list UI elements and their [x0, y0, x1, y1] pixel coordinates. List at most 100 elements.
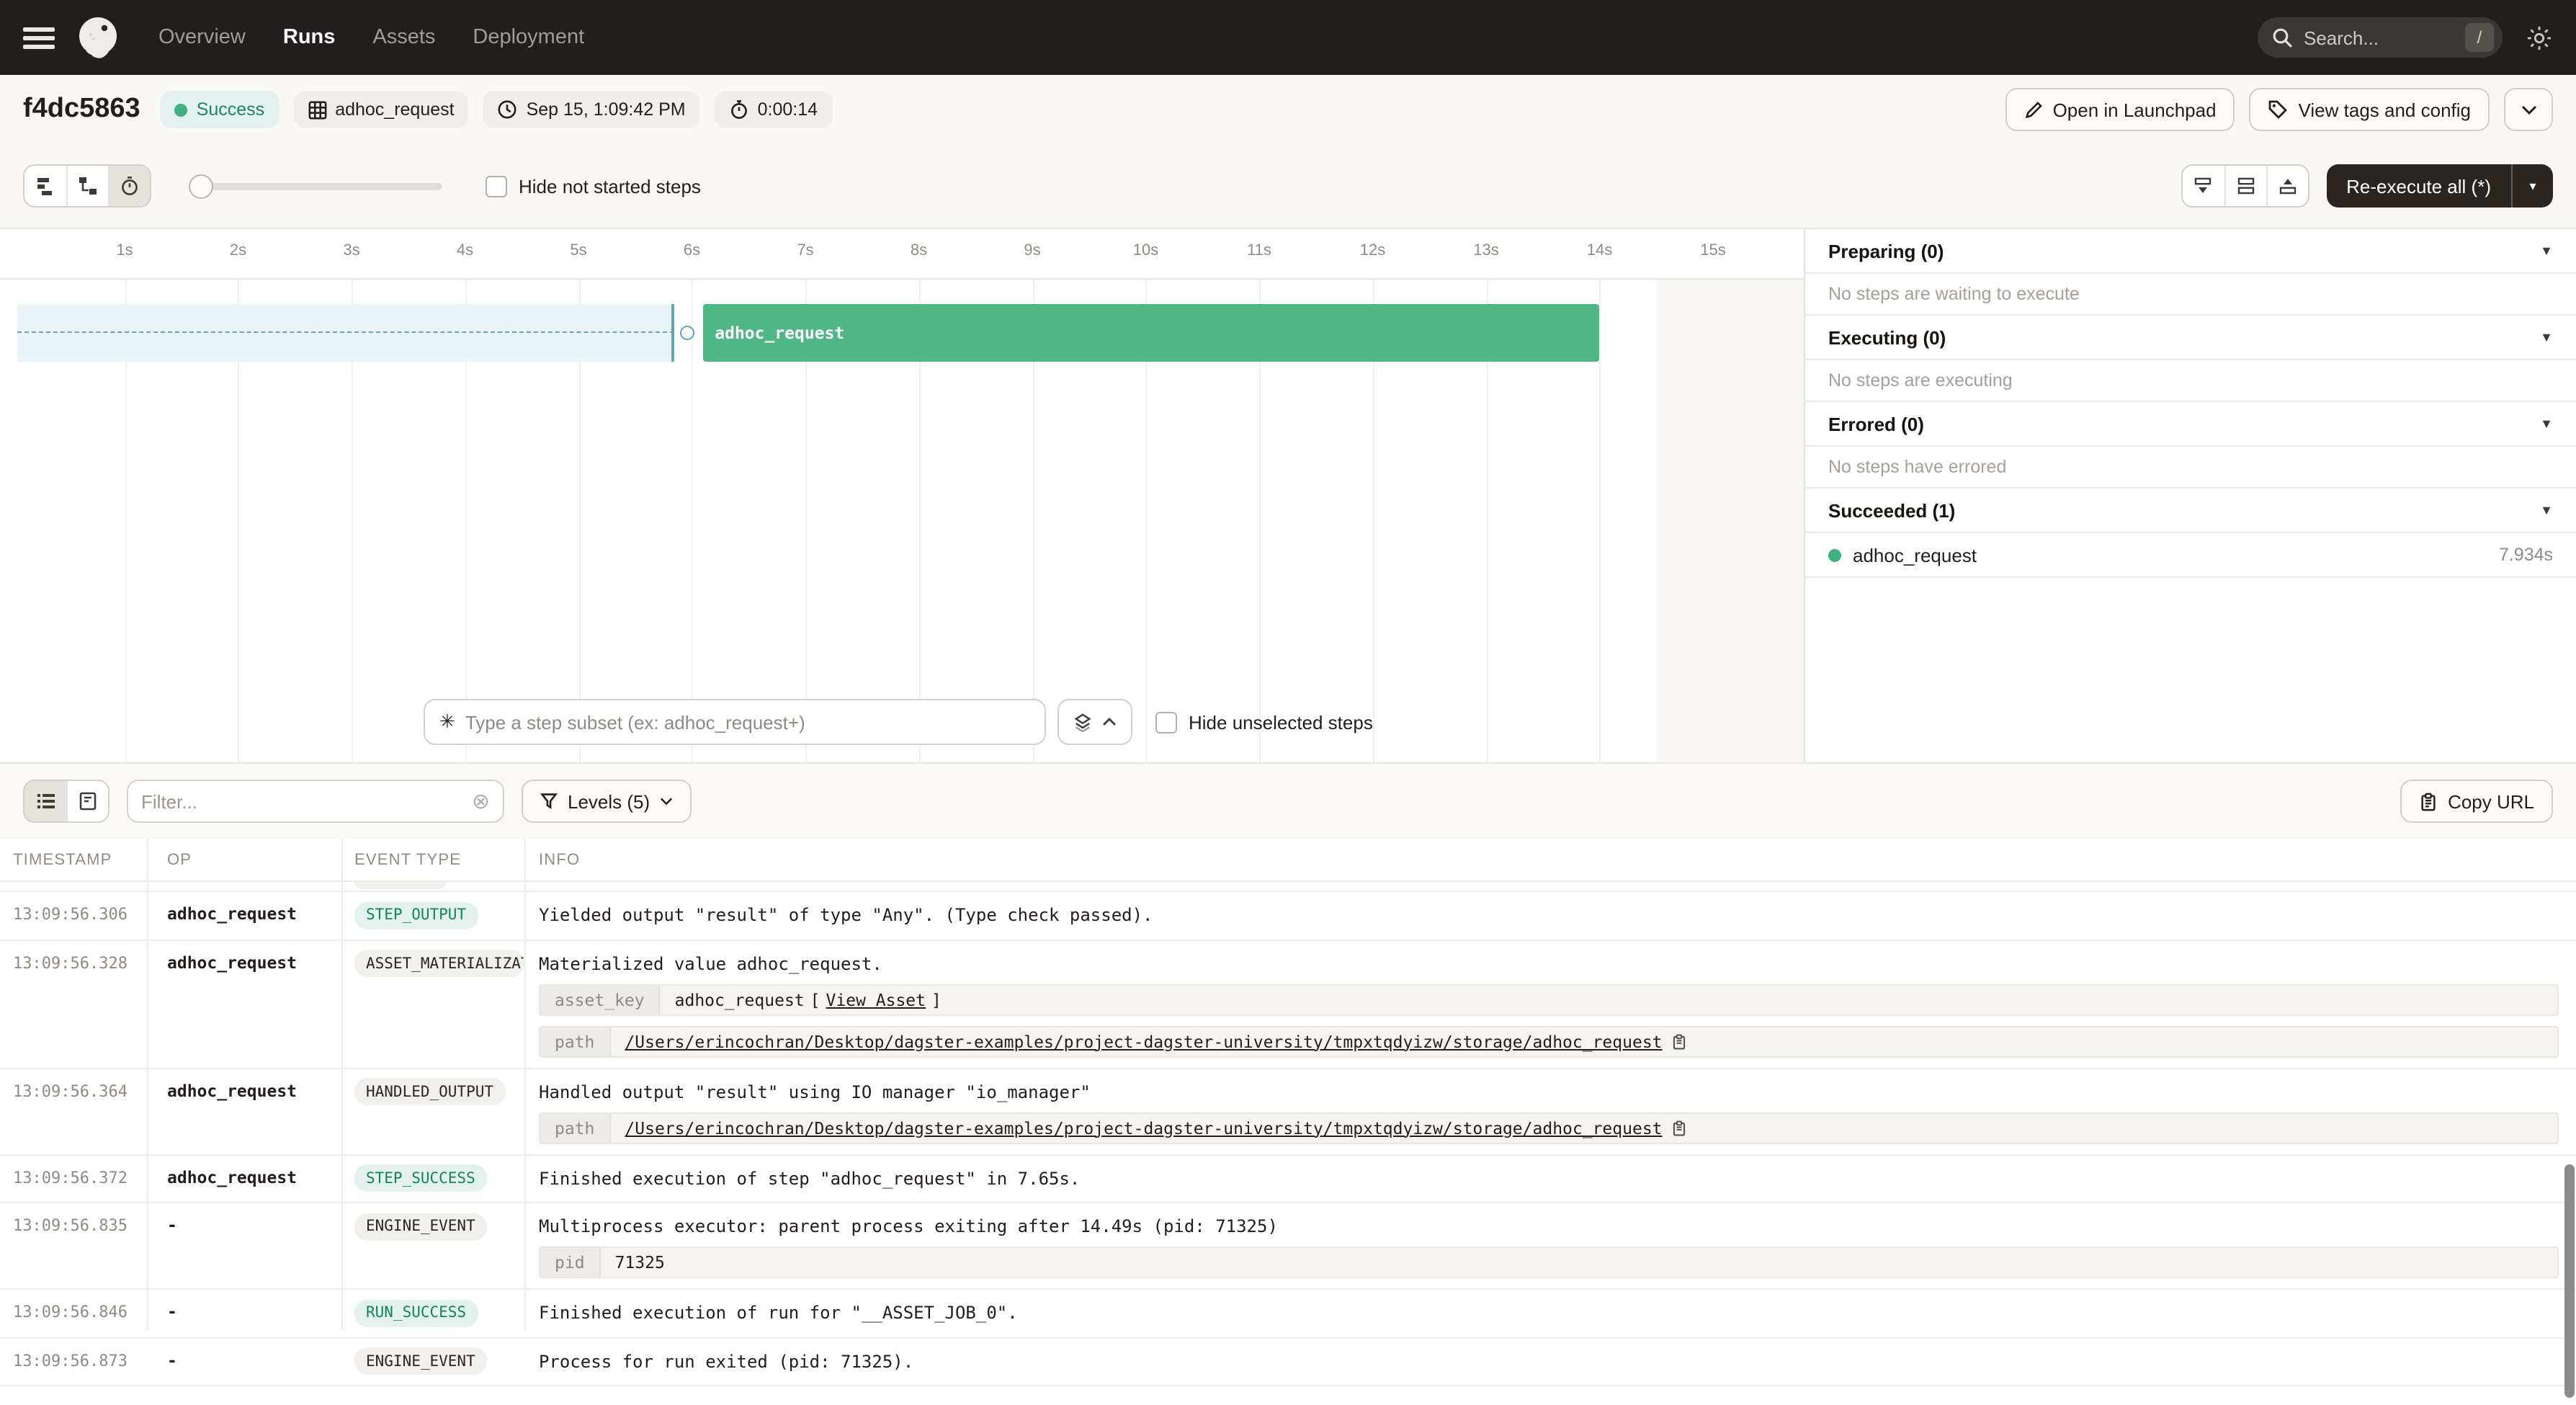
metadata-key: path	[540, 1027, 610, 1056]
log-info-text: Handled output "result" using IO manager…	[539, 1077, 2576, 1102]
log-filter-input[interactable]	[141, 790, 462, 812]
axis-tick: 8s	[911, 242, 927, 259]
start-time-chip: Sep 15, 1:09:42 PM	[483, 91, 700, 128]
nav-item-assets[interactable]: Assets	[372, 26, 435, 49]
panel-section-header[interactable]: Executing (0)▼	[1805, 316, 2576, 360]
reexecute-dropdown-caret[interactable]: ▾	[2513, 178, 2553, 194]
collapse-caret-icon[interactable]: ▼	[2540, 503, 2553, 517]
pencil-icon	[2024, 100, 2043, 119]
view-tags-config-button[interactable]: View tags and config	[2250, 88, 2490, 131]
event-type-badge[interactable]: RUN_SUCCESS	[354, 1299, 478, 1326]
collapse-caret-icon[interactable]: ▼	[2540, 244, 2553, 258]
dagster-logo-icon[interactable]	[75, 14, 121, 61]
column-divider	[341, 839, 343, 1330]
bracket: [	[810, 989, 820, 1009]
log-row[interactable]: 13:09:56.873-ENGINE_EVENTProcess for run…	[0, 1338, 2576, 1386]
log-row[interactable]: 13:09:56.364adhoc_requestHANDLED_OUTPUTH…	[0, 1069, 2576, 1155]
metadata-path-link[interactable]: /Users/erincochran/Desktop/dagster-examp…	[625, 1031, 1662, 1051]
hamburger-menu-icon[interactable]	[23, 27, 55, 48]
log-event-type-cell: RUN_SUCCESS	[341, 1298, 524, 1326]
hide-not-started-checkbox[interactable]	[486, 175, 507, 197]
log-info-text: Multiprocess executor: parent process ex…	[539, 1212, 2576, 1236]
event-type-badge[interactable]: STEP_SUCCESS	[354, 1164, 487, 1192]
metadata-value: 71325	[601, 1248, 679, 1277]
collapse-caret-icon[interactable]: ▼	[2540, 330, 2553, 344]
step-subset-bar: ✳ Hide unselected steps	[424, 699, 1373, 745]
panel-step-item[interactable]: adhoc_request7.934s	[1805, 533, 2576, 578]
chevron-down-icon	[660, 797, 673, 806]
view-asset-link[interactable]: View Asset	[826, 989, 926, 1009]
gantt-flat-view-button[interactable]	[24, 166, 66, 206]
copy-url-button[interactable]: Copy URL	[2400, 780, 2553, 823]
list-view-icon	[35, 791, 55, 811]
document-view-icon	[78, 791, 98, 811]
collapse-up-button[interactable]	[2266, 166, 2307, 206]
gantt-zoom-slider[interactable]	[189, 166, 442, 206]
log-row[interactable]: 13:09:56.835-ENGINE_EVENTMultiprocess ex…	[0, 1203, 2576, 1290]
event-type-badge[interactable]: ENGINE_EVENT	[354, 1347, 487, 1375]
log-scrollbar-thumb[interactable]	[2564, 1164, 2575, 1398]
gantt-chart: 1s2s3s4s5s6s7s8s9s10s11s12s13s14s15s adh…	[0, 229, 1805, 762]
panel-section-header[interactable]: Errored (0)▼	[1805, 402, 2576, 447]
job-chip[interactable]: adhoc_request	[293, 91, 468, 128]
collapse-caret-icon[interactable]: ▼	[2540, 416, 2553, 431]
log-row[interactable]: 13:09:56.846-RUN_SUCCESSFinished executi…	[0, 1290, 2576, 1338]
split-view-button[interactable]	[2224, 166, 2266, 206]
gantt-step-bar[interactable]: adhoc_request	[703, 304, 1599, 362]
raw-log-view-button[interactable]	[66, 781, 108, 821]
slider-thumb[interactable]	[189, 174, 213, 199]
metadata-path-link[interactable]: /Users/erincochran/Desktop/dagster-examp…	[625, 1118, 1662, 1138]
column-divider	[524, 839, 526, 1330]
panel-section-header[interactable]: Preparing (0)▼	[1805, 229, 2576, 274]
column-divider	[147, 839, 148, 1330]
metadata-entry: path/Users/erincochran/Desktop/dagster-e…	[539, 1025, 2559, 1057]
metadata-value: /Users/erincochran/Desktop/dagster-examp…	[610, 1113, 1701, 1142]
duration-chip: 0:00:14	[715, 91, 832, 128]
graph-query-toggle-button[interactable]	[1057, 699, 1132, 745]
nav-item-runs[interactable]: Runs	[283, 26, 336, 49]
event-type-badge[interactable]: HANDLED_OUTPUT	[354, 1078, 505, 1105]
nav-item-overview[interactable]: Overview	[158, 26, 246, 49]
waiting-endcap	[672, 304, 675, 362]
settings-gear-icon[interactable]	[2526, 24, 2553, 51]
axis-tick: 2s	[230, 242, 246, 259]
gantt-timed-view-button[interactable]	[108, 166, 150, 206]
run-actions-dropdown-button[interactable]	[2504, 88, 2553, 131]
clear-filter-icon[interactable]: ⊗	[472, 790, 490, 812]
collapse-down-button[interactable]	[2182, 166, 2224, 206]
clipped-badge-fragment	[354, 882, 447, 889]
hide-unselected-checkbox[interactable]	[1155, 711, 1177, 733]
gantt-waterfall-view-button[interactable]	[66, 166, 108, 206]
nav-item-deployment[interactable]: Deployment	[473, 26, 584, 49]
run-id: f4dc5863	[23, 94, 140, 125]
event-type-badge[interactable]: ENGINE_EVENT	[354, 1213, 487, 1240]
copy-path-icon[interactable]	[1671, 1032, 1687, 1050]
slider-track[interactable]	[189, 183, 442, 190]
event-type-badge[interactable]: ASSET_MATERIALIZAT…	[354, 950, 524, 977]
search-placeholder: Search...	[2304, 27, 2465, 48]
log-timestamp: 13:09:56.372	[0, 1164, 147, 1192]
copy-path-icon[interactable]	[1671, 1119, 1687, 1136]
clipboard-icon	[2419, 792, 2438, 811]
reexecute-all-button[interactable]: Re-execute all (*) ▾	[2326, 164, 2553, 208]
axis-tick: 10s	[1133, 242, 1159, 259]
hide-unselected-control[interactable]: Hide unselected steps	[1155, 711, 1373, 733]
main-nav: Overview Runs Assets Deployment	[158, 26, 584, 49]
panel-section-header[interactable]: Succeeded (1)▼	[1805, 489, 2576, 533]
structured-log-view-button[interactable]	[24, 781, 66, 821]
levels-filter-button[interactable]: Levels (5)	[522, 780, 692, 823]
step-subset-input[interactable]	[465, 711, 1030, 733]
log-toolbar: ⊗ Levels (5) Copy URL	[0, 764, 2576, 839]
layers-icon	[1073, 713, 1092, 731]
log-row[interactable]: 13:09:56.372adhoc_requestSTEP_SUCCESSFin…	[0, 1155, 2576, 1203]
log-event-type-cell: ASSET_MATERIALIZAT…	[341, 949, 524, 1057]
log-info-text: Materialized value adhoc_request.	[539, 949, 2576, 973]
global-search[interactable]: Search... /	[2258, 17, 2503, 58]
event-type-badge[interactable]: STEP_OUTPUT	[354, 901, 478, 929]
log-row[interactable]: 13:09:56.306adhoc_requestSTEP_OUTPUTYiel…	[0, 892, 2576, 940]
log-op: -	[147, 1298, 341, 1326]
log-info-cell: Yielded output "result" of type "Any". (…	[524, 901, 2576, 929]
log-row[interactable]: 13:09:56.328adhoc_requestASSET_MATERIALI…	[0, 940, 2576, 1069]
open-in-launchpad-button[interactable]: Open in Launchpad	[2005, 88, 2235, 131]
hide-not-started-control[interactable]: Hide not started steps	[486, 175, 701, 197]
